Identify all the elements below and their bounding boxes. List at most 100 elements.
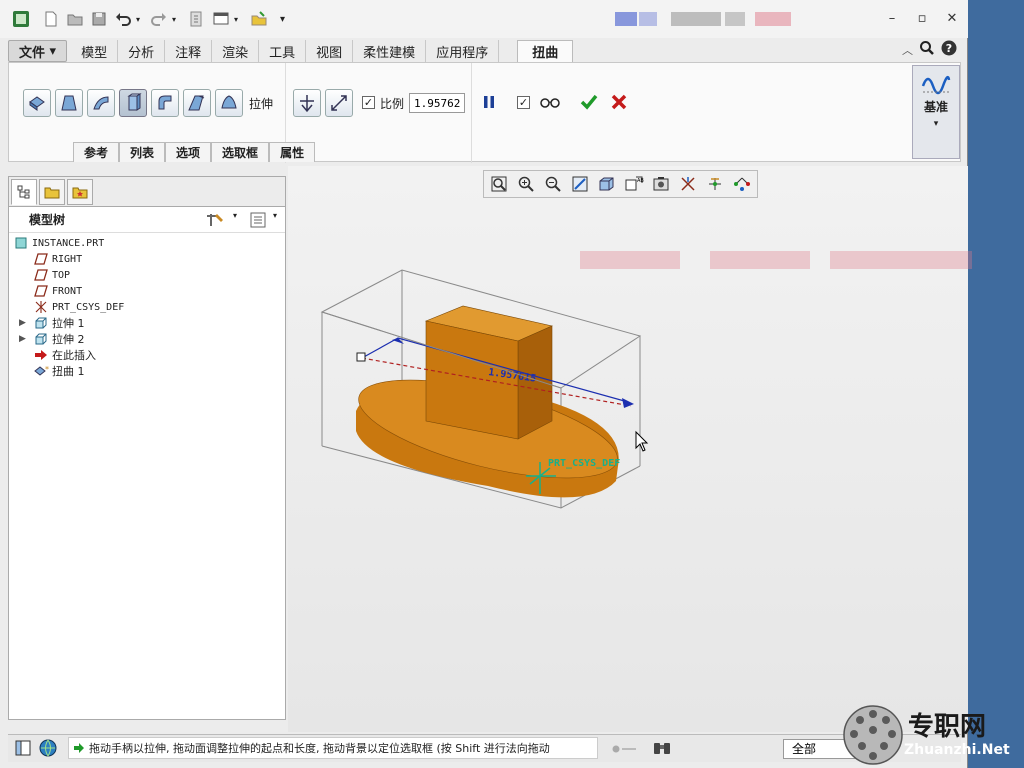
cancel-button[interactable]: [609, 92, 629, 115]
tab-annotate[interactable]: 注释: [165, 40, 213, 62]
status-message: 拖动手柄以拉伸, 拖动面调整拉伸的起点和长度, 拖动背景以定位选取框 (按 Sh…: [89, 742, 550, 755]
toggle-browser-button[interactable]: [38, 738, 58, 761]
preview-checkbox[interactable]: ✓: [517, 96, 530, 109]
csys-label: PRT_CSYS_DEF: [548, 458, 620, 469]
tab-file[interactable]: 文件 ▾: [8, 40, 68, 62]
tree-settings-icon[interactable]: [205, 211, 227, 232]
graphics-window[interactable]: AB 1.957615 PRT_CSYS_DEF: [288, 166, 972, 732]
regenerate-icon[interactable]: [188, 8, 206, 30]
sculpt-tool-button[interactable]: [215, 89, 243, 117]
subtab-list[interactable]: 列表: [119, 142, 166, 162]
model-viewport[interactable]: 1.957615 PRT_CSYS_DEF: [288, 166, 968, 732]
tab-analysis[interactable]: 分析: [118, 40, 166, 62]
expand-arrow-icon[interactable]: ▶: [19, 334, 29, 344]
tree-item-label: 扭曲 1: [52, 365, 85, 378]
tab-twist[interactable]: 扭曲: [517, 40, 574, 62]
subtab-properties[interactable]: 属性: [269, 142, 316, 162]
tab-view[interactable]: 视图: [306, 40, 354, 62]
mouse-cursor-icon: [635, 430, 649, 452]
maximize-button[interactable]: ▫: [914, 10, 930, 26]
undo-dropdown-icon[interactable]: ▾: [136, 8, 140, 30]
ratio-input[interactable]: [409, 93, 465, 113]
apply-button[interactable]: [579, 92, 599, 115]
navigator-panel: 模型树 ▾ ▾ INSTANCE.PRT RIGHT TOP FRONT PRT…: [8, 176, 286, 720]
subtab-references[interactable]: 参考: [73, 142, 120, 162]
taper-tool-icon: [61, 95, 77, 111]
close-button[interactable]: ✕: [944, 10, 960, 26]
tree-item-prt-csys-def[interactable]: PRT_CSYS_DEF: [9, 299, 285, 315]
tree-item-extrude-1[interactable]: ▶ 拉伸 1: [9, 315, 285, 331]
datum-label: 基准: [923, 100, 948, 114]
tree-item-extrude-2[interactable]: ▶ 拉伸 2: [9, 331, 285, 347]
tree-item-label: PRT_CSYS_DEF: [52, 301, 125, 313]
bend-tool-button[interactable]: [87, 89, 115, 117]
customize-icon[interactable]: ▾: [280, 8, 285, 30]
tree-item-instance-prt[interactable]: INSTANCE.PRT: [9, 235, 285, 251]
insert-here-icon: [33, 348, 49, 362]
tree-item-front[interactable]: FRONT: [9, 283, 285, 299]
save-icon[interactable]: [90, 8, 108, 30]
model-tree-tab[interactable]: [11, 179, 37, 205]
stretch-tool-button[interactable]: [119, 89, 147, 117]
help-icon[interactable]: ?: [941, 40, 957, 59]
status-message-area: 拖动手柄以拉伸, 拖动面调整拉伸的起点和长度, 拖动背景以定位选取框 (按 Sh…: [68, 737, 598, 759]
stretch-tool-icon: [127, 93, 142, 111]
search-icon[interactable]: [919, 40, 935, 59]
extrude-icon: [33, 316, 49, 330]
datum-button[interactable]: 基准 ▾: [912, 65, 960, 159]
watermark-logo-icon: [843, 705, 903, 765]
skew-tool-button[interactable]: [183, 89, 211, 117]
open-icon[interactable]: [66, 8, 84, 30]
collapse-ribbon-icon[interactable]: ︿: [902, 42, 913, 58]
tab-model[interactable]: 模型: [71, 40, 119, 62]
twist-subtabs: 参考 列表 选项 选取框 属性: [73, 142, 316, 162]
tab-render[interactable]: 渲染: [212, 40, 260, 62]
tab-applications[interactable]: 应用程序: [426, 40, 500, 62]
ratio-label: 比例: [380, 97, 405, 111]
flip-stretch-button[interactable]: [325, 89, 353, 117]
show-menu-dropdown-icon[interactable]: ▾: [273, 211, 277, 220]
watermark-url: Zhuanzhi.Net: [904, 742, 1010, 758]
title-bar: ▾ ▾ ▾ ▾ – ▫ ✕: [0, 0, 968, 38]
folder-browser-tab[interactable]: [39, 179, 65, 205]
tree-item-label: RIGHT: [52, 253, 83, 265]
tab-tools[interactable]: 工具: [259, 40, 307, 62]
skew-tool-icon: [188, 95, 205, 111]
redo-icon[interactable]: [150, 8, 168, 30]
tree-item-twist-1[interactable]: * 扭曲 1: [9, 363, 285, 379]
taper-tool-button[interactable]: [55, 89, 83, 117]
tab-file-label: 文件: [19, 45, 46, 61]
pause-button[interactable]: [481, 94, 497, 113]
toggle-navigator-button[interactable]: [14, 739, 32, 760]
minimize-button[interactable]: –: [884, 10, 900, 26]
datum-plane-icon: [33, 268, 49, 282]
undo-icon[interactable]: [114, 8, 132, 30]
expand-arrow-icon[interactable]: ▶: [19, 318, 29, 328]
tree-settings-dropdown-icon[interactable]: ▾: [233, 211, 237, 220]
folder-tree-icon: [44, 187, 60, 199]
ratio-checkbox[interactable]: ✓: [362, 96, 375, 109]
find-button[interactable]: [652, 739, 672, 760]
tree-item-right[interactable]: RIGHT: [9, 251, 285, 267]
close-window-icon[interactable]: [250, 8, 268, 30]
subtab-options[interactable]: 选项: [165, 142, 212, 162]
twist-tool-icon: [29, 96, 45, 111]
windows-dropdown-icon[interactable]: ▾: [234, 8, 238, 30]
favorites-tab[interactable]: [67, 179, 93, 205]
regen-status-icon: [612, 743, 638, 757]
preview-glasses-button[interactable]: [539, 94, 561, 113]
redo-dropdown-icon[interactable]: ▾: [172, 8, 176, 30]
tree-item-top[interactable]: TOP: [9, 267, 285, 283]
windows-icon[interactable]: [212, 8, 230, 30]
twist-tool-button[interactable]: [23, 89, 51, 117]
flare-tool-icon: [158, 95, 172, 110]
tab-flexible-modeling[interactable]: 柔性建模: [353, 40, 427, 62]
subtab-marquee[interactable]: 选取框: [211, 142, 270, 162]
new-icon[interactable]: [42, 8, 60, 30]
stretch-direction-button[interactable]: [293, 89, 321, 117]
creo-window: ▾ ▾ ▾ ▾ – ▫ ✕ 文件 ▾ 模型 分析 注释 渲染 工具 视图 柔性建…: [0, 0, 972, 768]
file-dropdown-icon: ▾: [49, 43, 57, 59]
show-menu-icon[interactable]: [249, 211, 267, 232]
flare-tool-button[interactable]: [151, 89, 179, 117]
tree-item-insert-here[interactable]: 在此插入: [9, 347, 285, 363]
